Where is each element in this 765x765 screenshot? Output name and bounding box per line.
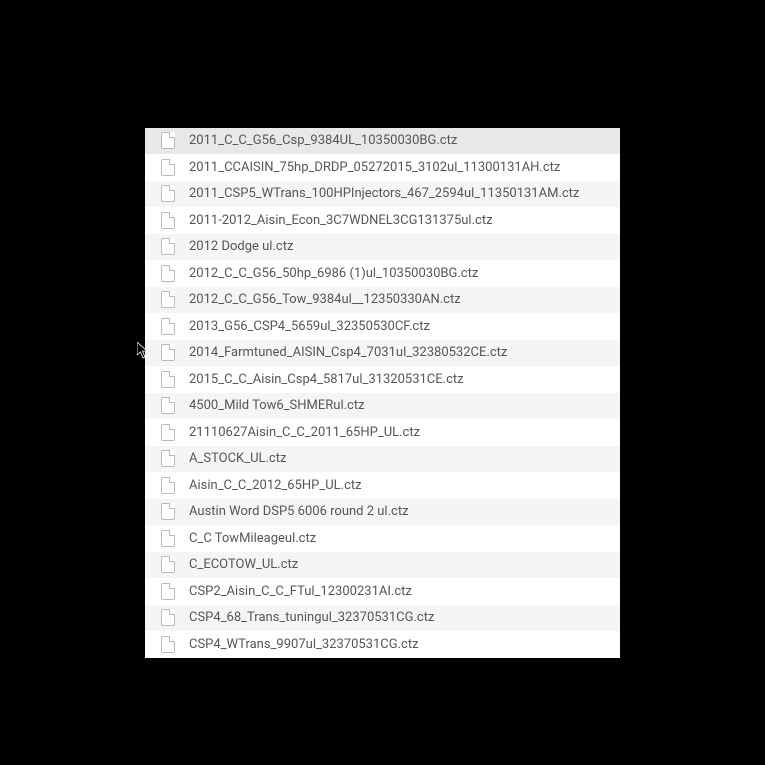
file-name-label: 2012 Dodge ul.ctz <box>189 239 293 254</box>
file-icon <box>161 450 175 467</box>
file-row[interactable]: CSP4_WTrans_9907ul_32370531CG.ctz <box>145 631 620 658</box>
file-icon <box>161 318 175 335</box>
file-row[interactable]: Aisin_C_C_2012_65HP_UL.ctz <box>145 472 620 499</box>
file-name-label: 21110627Aisin_C_C_2011_65HP_UL.ctz <box>189 425 420 440</box>
file-row[interactable]: 2011_CCAISIN_75hp_DRDP_05272015_3102ul_1… <box>145 154 620 181</box>
file-name-label: 2015_C_C_Aisin_Csp4_5817ul_31320531CE.ct… <box>189 372 464 387</box>
file-name-label: 2011-2012_Aisin_Econ_3C7WDNEL3CG131375ul… <box>189 213 493 228</box>
file-name-label: C_ECOTOW_UL.ctz <box>189 557 298 572</box>
file-row[interactable]: 2011_C_C_G56_Csp_9384UL_10350030BG.ctz <box>145 128 620 155</box>
file-icon <box>161 636 175 653</box>
file-name-label: Aisin_C_C_2012_65HP_UL.ctz <box>189 478 362 493</box>
file-row[interactable]: CSP4_68_Trans_tuningul_32370531CG.ctz <box>145 605 620 632</box>
file-icon <box>161 503 175 520</box>
file-name-label: 2012_C_C_G56_Tow_9384ul__12350330AN.ctz <box>189 292 461 307</box>
file-row[interactable]: 2013_G56_CSP4_5659ul_32350530CF.ctz <box>145 313 620 340</box>
file-icon <box>161 397 175 414</box>
file-name-label: A_STOCK_UL.ctz <box>189 451 286 466</box>
file-icon <box>161 609 175 626</box>
file-name-label: 2012_C_C_G56_50hp_6986 (1)ul_10350030BG.… <box>189 266 478 281</box>
file-name-label: 2013_G56_CSP4_5659ul_32350530CF.ctz <box>189 319 430 334</box>
file-icon <box>161 477 175 494</box>
file-icon <box>161 159 175 176</box>
file-row[interactable]: 2012 Dodge ul.ctz <box>145 234 620 261</box>
file-row[interactable]: 2011-2012_Aisin_Econ_3C7WDNEL3CG131375ul… <box>145 207 620 234</box>
file-row[interactable]: Austin Word DSP5 6006 round 2 ul.ctz <box>145 499 620 526</box>
file-icon <box>161 424 175 441</box>
file-icon <box>161 132 175 149</box>
file-name-label: Austin Word DSP5 6006 round 2 ul.ctz <box>189 504 409 519</box>
file-row[interactable]: 21110627Aisin_C_C_2011_65HP_UL.ctz <box>145 419 620 446</box>
file-row[interactable]: 2011_CSP5_WTrans_100HPInjectors_467_2594… <box>145 181 620 208</box>
file-list-panel: 2011_C_C_G56_Csp_9384UL_10350030BG.ctz 20… <box>145 128 620 658</box>
file-name-label: 4500_Mild Tow6_SHMERul.ctz <box>189 398 365 413</box>
file-icon <box>161 265 175 282</box>
file-row[interactable]: CSP2_Aisin_C_C_FTul_12300231AI.ctz <box>145 578 620 605</box>
file-name-label: CSP4_WTrans_9907ul_32370531CG.ctz <box>189 637 419 652</box>
file-row[interactable]: 2015_C_C_Aisin_Csp4_5817ul_31320531CE.ct… <box>145 366 620 393</box>
file-name-label: 2011_CCAISIN_75hp_DRDP_05272015_3102ul_1… <box>189 160 560 175</box>
file-row[interactable]: 2014_Farmtuned_AISIN_Csp4_7031ul_3238053… <box>145 340 620 367</box>
file-name-label: 2014_Farmtuned_AISIN_Csp4_7031ul_3238053… <box>189 345 507 360</box>
file-icon <box>161 185 175 202</box>
file-icon <box>161 344 175 361</box>
file-row[interactable]: 2012_C_C_G56_Tow_9384ul__12350330AN.ctz <box>145 287 620 314</box>
file-name-label: C_C TowMileageul.ctz <box>189 531 316 546</box>
file-name-label: CSP2_Aisin_C_C_FTul_12300231AI.ctz <box>189 584 412 599</box>
file-icon <box>161 530 175 547</box>
file-name-label: 2011_CSP5_WTrans_100HPInjectors_467_2594… <box>189 186 579 201</box>
file-icon <box>161 212 175 229</box>
file-name-label: CSP4_68_Trans_tuningul_32370531CG.ctz <box>189 610 434 625</box>
file-icon <box>161 291 175 308</box>
file-name-label: 2011_C_C_G56_Csp_9384UL_10350030BG.ctz <box>189 133 457 148</box>
file-icon <box>161 556 175 573</box>
file-row[interactable]: C_ECOTOW_UL.ctz <box>145 552 620 579</box>
file-icon <box>161 371 175 388</box>
file-row[interactable]: A_STOCK_UL.ctz <box>145 446 620 473</box>
file-row[interactable]: C_C TowMileageul.ctz <box>145 525 620 552</box>
file-row[interactable]: 4500_Mild Tow6_SHMERul.ctz <box>145 393 620 420</box>
file-icon <box>161 238 175 255</box>
file-icon <box>161 583 175 600</box>
file-row[interactable]: 2012_C_C_G56_50hp_6986 (1)ul_10350030BG.… <box>145 260 620 287</box>
